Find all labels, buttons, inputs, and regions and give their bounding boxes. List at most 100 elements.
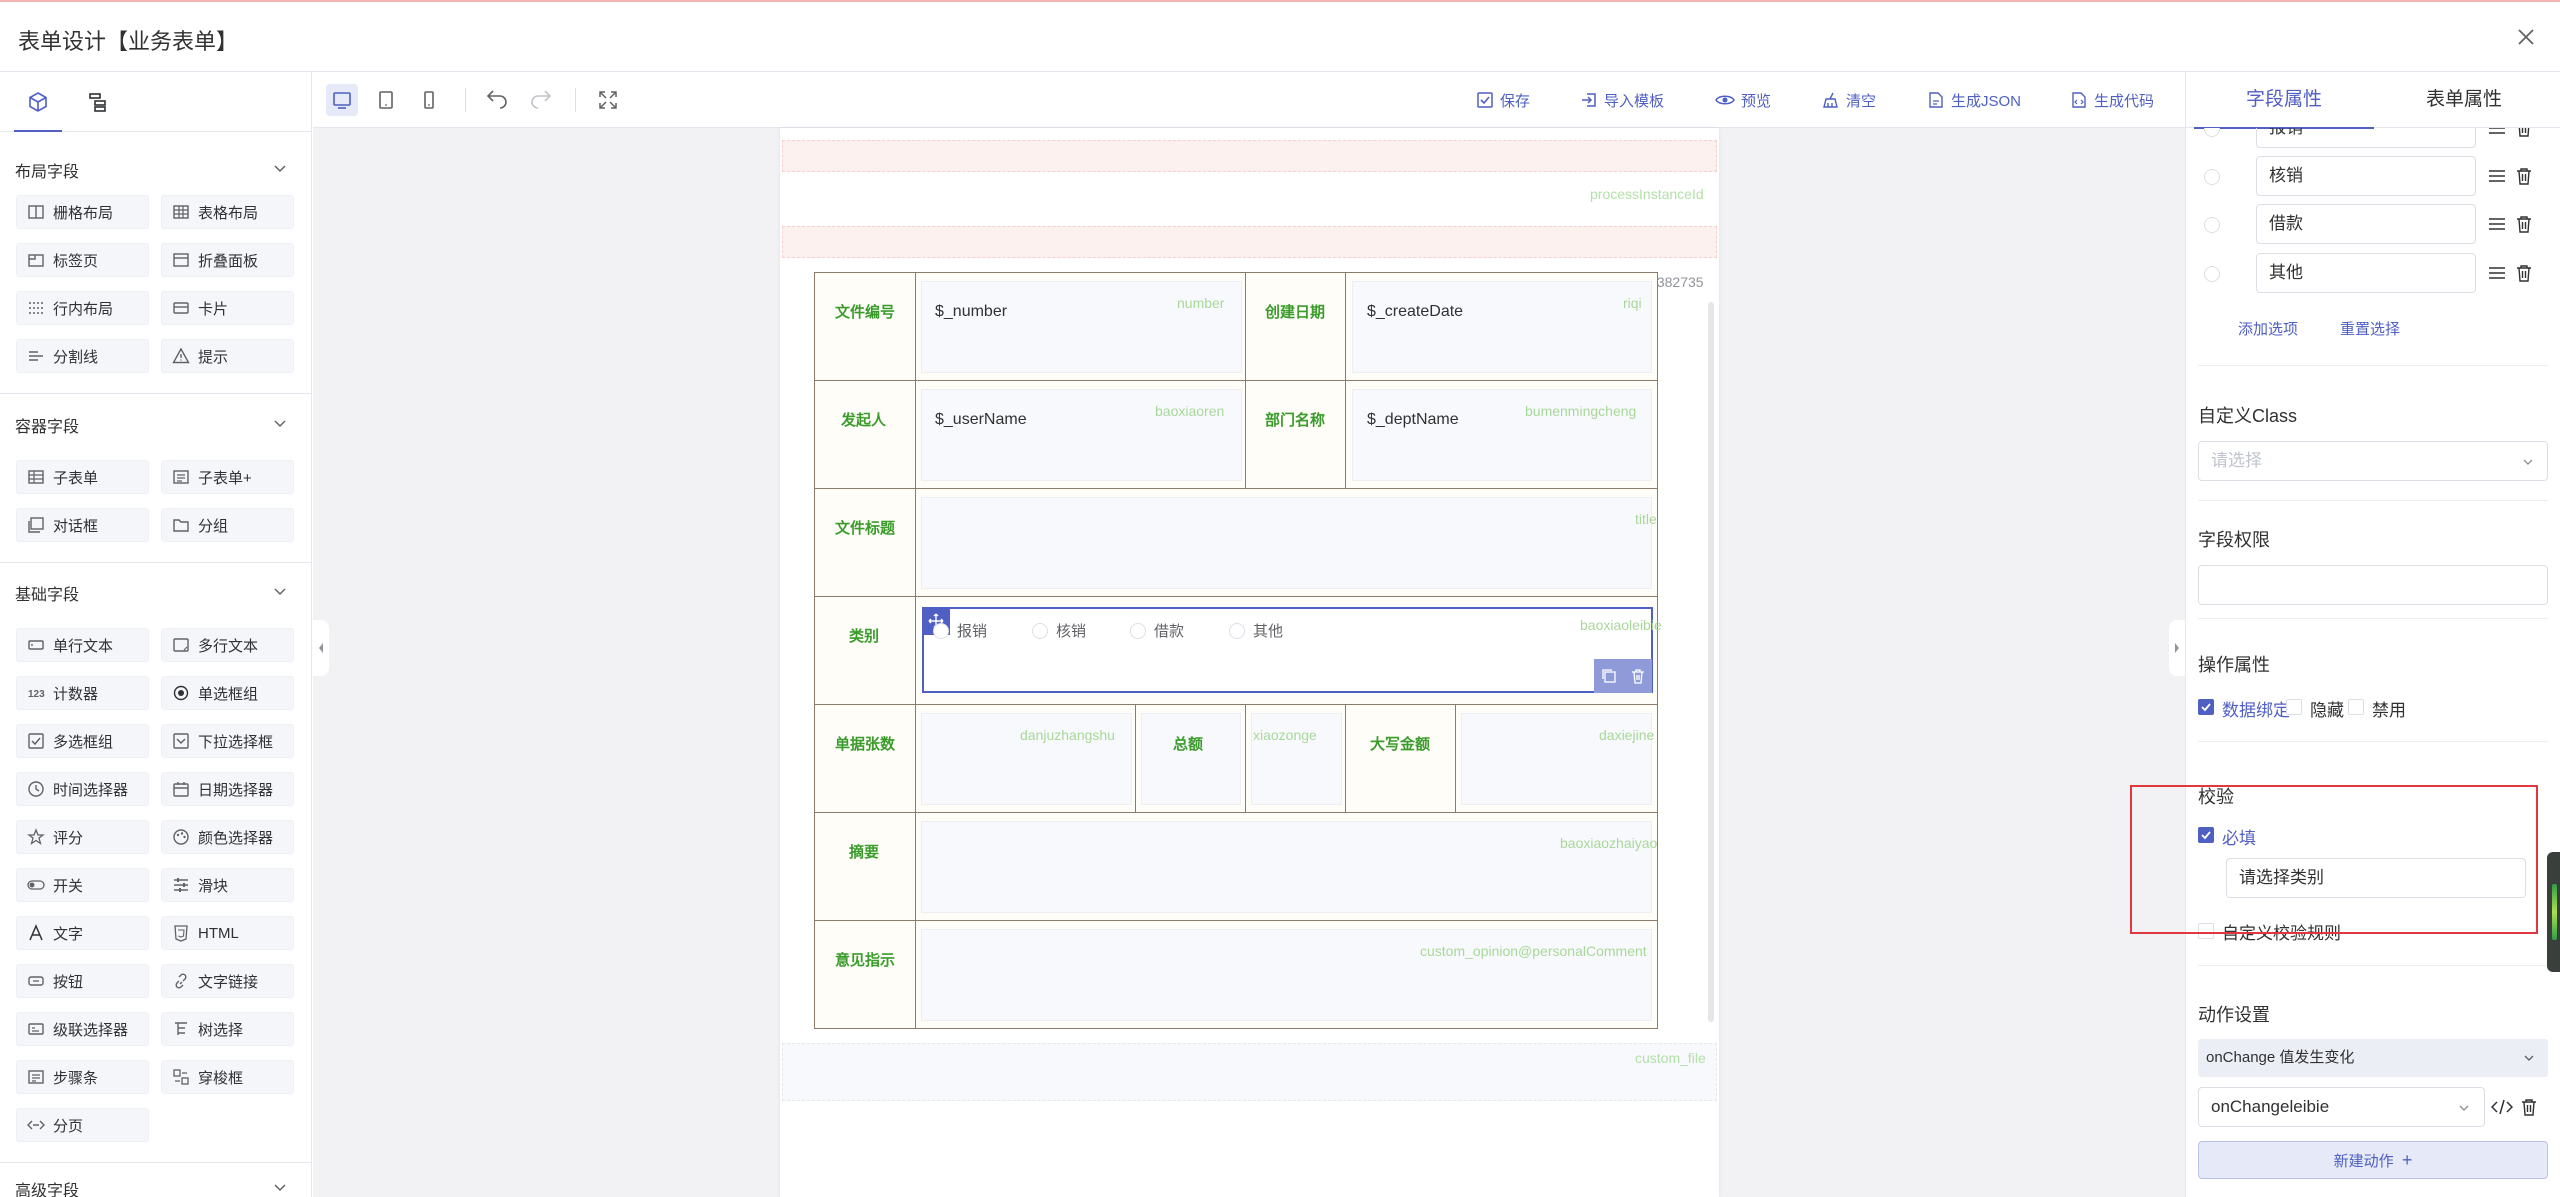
field-create-date[interactable]: [1352, 281, 1652, 373]
widget-input[interactable]: 单行文本: [16, 628, 149, 662]
components-tab-icon[interactable]: [14, 86, 62, 132]
tab-form-properties[interactable]: 表单属性: [2374, 72, 2554, 128]
form-canvas[interactable]: processInstanceId report_1622518382735 文…: [780, 128, 1719, 1197]
field-title[interactable]: [921, 497, 1652, 589]
field-summary[interactable]: [921, 821, 1652, 913]
widget-subform[interactable]: 子表单: [16, 460, 149, 494]
radio-option[interactable]: [1229, 623, 1245, 639]
file-upload-field[interactable]: [782, 1043, 1717, 1101]
chevron-down-icon[interactable]: [272, 583, 288, 599]
copy-icon[interactable]: [1601, 668, 1617, 684]
section-title-layout[interactable]: 布局字段: [15, 158, 79, 182]
widget-cascader[interactable]: 级联选择器: [16, 1012, 149, 1046]
generate-json-button[interactable]: 生成JSON: [1927, 88, 2021, 112]
save-button[interactable]: 保存: [1476, 88, 1530, 112]
widget-alert[interactable]: 提示: [161, 339, 294, 373]
drag-sort-icon[interactable]: [2488, 168, 2506, 184]
tab-field-properties[interactable]: 字段属性: [2194, 72, 2374, 129]
delete-icon[interactable]: [2516, 215, 2532, 233]
delete-icon[interactable]: [2516, 167, 2532, 185]
option-input[interactable]: 核销: [2256, 156, 2476, 196]
section-title-basic[interactable]: 基础字段: [15, 581, 79, 605]
section-title-container[interactable]: 容器字段: [15, 413, 79, 437]
redo-icon[interactable]: [525, 84, 557, 116]
widget-divider[interactable]: 分割线: [16, 339, 149, 373]
custom-class-select[interactable]: 请选择: [2198, 441, 2548, 481]
reset-select-link[interactable]: 重置选择: [2340, 318, 2400, 339]
section-title-advanced[interactable]: 高级字段: [15, 1177, 79, 1197]
option-default-radio[interactable]: [2204, 128, 2220, 137]
widget-table-layout[interactable]: 表格布局: [161, 195, 294, 229]
widget-html[interactable]: HTML: [161, 916, 294, 950]
widget-dialog[interactable]: 对话框: [16, 508, 149, 542]
close-icon[interactable]: [2515, 26, 2537, 48]
delete-icon[interactable]: [2516, 128, 2532, 137]
option-input[interactable]: 借款: [2256, 204, 2476, 244]
widget-rate[interactable]: 评分: [16, 820, 149, 854]
tablet-view-icon[interactable]: [370, 84, 402, 116]
drag-sort-icon[interactable]: [2488, 128, 2506, 136]
chevron-down-icon[interactable]: [272, 1179, 288, 1195]
widget-subform-plus[interactable]: 子表单+: [161, 460, 294, 494]
widget-tabs[interactable]: 标签页: [16, 243, 149, 277]
fullscreen-icon[interactable]: [592, 84, 624, 116]
option-input[interactable]: 其他: [2256, 253, 2476, 293]
widget-slider[interactable]: 滑块: [161, 868, 294, 902]
widget-card[interactable]: 卡片: [161, 291, 294, 325]
field-category-selected[interactable]: [922, 607, 1653, 693]
option-default-radio[interactable]: [2204, 169, 2220, 185]
action-handler-select[interactable]: onChangeleibie: [2198, 1087, 2485, 1127]
hidden-label[interactable]: 隐藏: [2310, 696, 2344, 721]
preview-button[interactable]: 预览: [1715, 88, 1771, 112]
import-template-button[interactable]: 导入模板: [1580, 88, 1664, 112]
hidden-field-placeholder[interactable]: [782, 226, 1717, 258]
widget-date[interactable]: 日期选择器: [161, 772, 294, 806]
radio-option[interactable]: [1032, 623, 1048, 639]
field-permission-input[interactable]: [2198, 565, 2548, 605]
undo-icon[interactable]: [481, 84, 513, 116]
side-handle[interactable]: [2547, 852, 2560, 972]
option-default-radio[interactable]: [2204, 266, 2220, 282]
widget-tree[interactable]: 树选择: [161, 1012, 294, 1046]
widget-select[interactable]: 下拉选择框: [161, 724, 294, 758]
disabled-checkbox[interactable]: [2348, 699, 2364, 715]
add-option-link[interactable]: 添加选项: [2238, 318, 2298, 339]
widget-collapse[interactable]: 折叠面板: [161, 243, 294, 277]
widget-checkbox[interactable]: 多选框组: [16, 724, 149, 758]
delete-icon[interactable]: [1630, 668, 1646, 684]
widget-textarea[interactable]: 多行文本: [161, 628, 294, 662]
hidden-field-placeholder[interactable]: [782, 140, 1717, 172]
disabled-label[interactable]: 禁用: [2372, 696, 2406, 721]
radio-option[interactable]: [1130, 623, 1146, 639]
widget-time[interactable]: 时间选择器: [16, 772, 149, 806]
code-icon[interactable]: [2491, 1098, 2513, 1116]
widget-button[interactable]: 按钮: [16, 964, 149, 998]
widget-inline-layout[interactable]: 行内布局: [16, 291, 149, 325]
widget-color[interactable]: 颜色选择器: [161, 820, 294, 854]
widget-radio[interactable]: 单选框组: [161, 676, 294, 710]
drag-sort-icon[interactable]: [2488, 265, 2506, 281]
widget-steps[interactable]: 步骤条: [16, 1060, 149, 1094]
widget-link[interactable]: 文字链接: [161, 964, 294, 998]
data-bind-checkbox[interactable]: [2198, 699, 2214, 715]
chevron-down-icon[interactable]: [272, 415, 288, 431]
delete-icon[interactable]: [2521, 1098, 2537, 1116]
chevron-down-icon[interactable]: [272, 160, 288, 176]
widget-number[interactable]: 123 计数器: [16, 676, 149, 710]
report-table[interactable]: 文件编号 $_number number 创建日期 $_createDate r…: [814, 272, 1662, 1029]
generate-code-button[interactable]: 生成代码: [2070, 88, 2154, 112]
delete-icon[interactable]: [2516, 264, 2532, 282]
widget-transfer[interactable]: 穿梭框: [161, 1060, 294, 1094]
drag-sort-icon[interactable]: [2488, 216, 2506, 232]
outline-tab-icon[interactable]: [78, 86, 118, 118]
widget-switch[interactable]: 开关: [16, 868, 149, 902]
option-default-radio[interactable]: [2204, 217, 2220, 233]
clear-button[interactable]: 清空: [1822, 88, 1876, 112]
desktop-view-icon[interactable]: [326, 84, 358, 116]
widget-group[interactable]: 分组: [161, 508, 294, 542]
hidden-checkbox[interactable]: [2286, 699, 2302, 715]
option-input[interactable]: 报销: [2256, 128, 2476, 148]
canvas-scrollbar[interactable]: [1708, 302, 1714, 1022]
collapse-left-panel[interactable]: [313, 620, 329, 676]
new-action-button[interactable]: 新建动作 +: [2198, 1141, 2548, 1179]
